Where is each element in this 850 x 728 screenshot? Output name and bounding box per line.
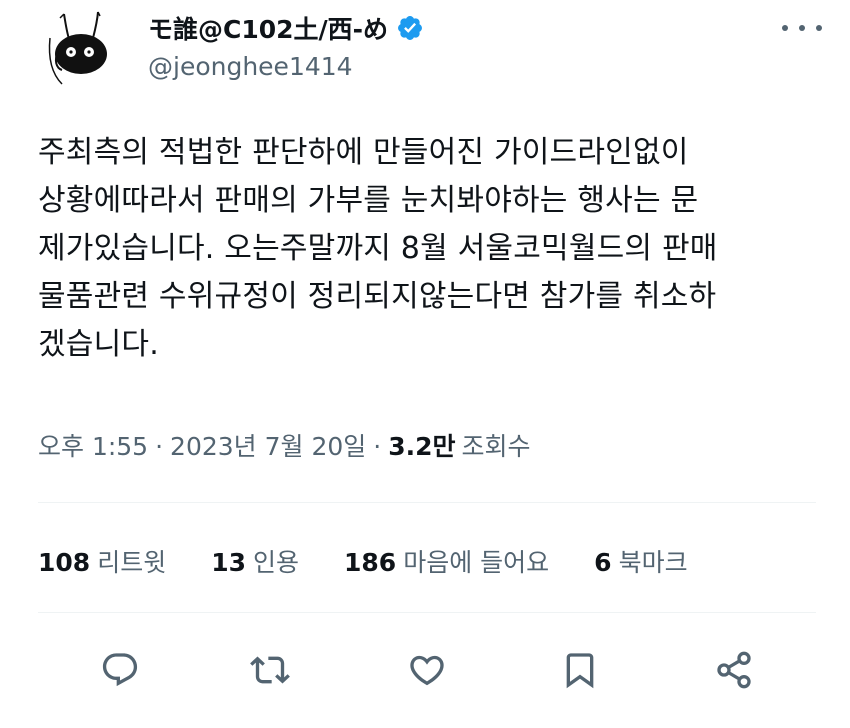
more-dot xyxy=(799,25,805,31)
author-handle[interactable]: @jeonghee1414 xyxy=(148,52,353,81)
like-button[interactable] xyxy=(405,648,449,692)
divider xyxy=(38,502,816,503)
bookmarks-label: 북마크 xyxy=(618,548,688,577)
tweet-time[interactable]: 오후 1:55 xyxy=(38,427,148,463)
tweet: モ誰@C102土/西-め @jeonghee1414 주최측의 적법한 판단하에… xyxy=(0,0,850,728)
like-icon xyxy=(410,655,444,686)
bookmark-button[interactable] xyxy=(558,648,602,692)
bookmarks-stat[interactable]: 6 북마크 xyxy=(594,543,687,579)
more-options-icon[interactable] xyxy=(782,14,822,42)
retweet-icon xyxy=(250,656,290,684)
likes-label: 마음에 들어요 xyxy=(403,548,550,577)
reply-button[interactable] xyxy=(98,648,142,692)
quotes-label: 인용 xyxy=(253,548,300,577)
author-name-row: モ誰@C102土/西-め xyxy=(148,10,424,46)
verified-badge-icon xyxy=(396,14,424,42)
avatar-icon xyxy=(48,11,107,85)
retweet-button[interactable] xyxy=(248,648,292,692)
tweet-actions xyxy=(98,648,758,692)
divider xyxy=(38,612,816,613)
likes-count: 186 xyxy=(344,548,397,577)
more-dot xyxy=(816,25,822,31)
retweets-count: 108 xyxy=(38,548,91,577)
retweets-stat[interactable]: 108 리트윗 xyxy=(38,543,166,579)
views-label: 조회수 xyxy=(461,432,531,461)
quotes-count: 13 xyxy=(211,548,246,577)
bookmark-icon xyxy=(566,653,594,689)
bookmarks-count: 6 xyxy=(594,548,612,577)
tweet-meta: 오후 1:55 · 2023년 7월 20일 · 3.2만 조회수 xyxy=(38,427,531,463)
tweet-date[interactable]: 2023년 7월 20일 xyxy=(170,427,366,463)
quotes-stat[interactable]: 13 인용 xyxy=(211,543,299,579)
more-dot xyxy=(782,25,788,31)
author-display-name[interactable]: モ誰@C102土/西-め xyxy=(148,10,388,46)
views-count: 3.2만 xyxy=(388,432,456,461)
retweets-label: 리트윗 xyxy=(97,548,167,577)
share-button[interactable] xyxy=(712,648,756,692)
meta-separator: · xyxy=(373,432,382,461)
share-icon xyxy=(717,651,751,689)
avatar[interactable] xyxy=(40,8,124,92)
reply-icon xyxy=(102,653,138,687)
likes-stat[interactable]: 186 마음에 들어요 xyxy=(344,543,549,579)
meta-separator: · xyxy=(155,432,164,461)
engagement-stats: 108 리트윗 13 인용 186 마음에 들어요 6 북마크 xyxy=(38,543,733,579)
tweet-text: 주최측의 적법한 판단하에 만들어진 가이드라인없이 상황에따라서 판매의 가부… xyxy=(38,135,718,362)
